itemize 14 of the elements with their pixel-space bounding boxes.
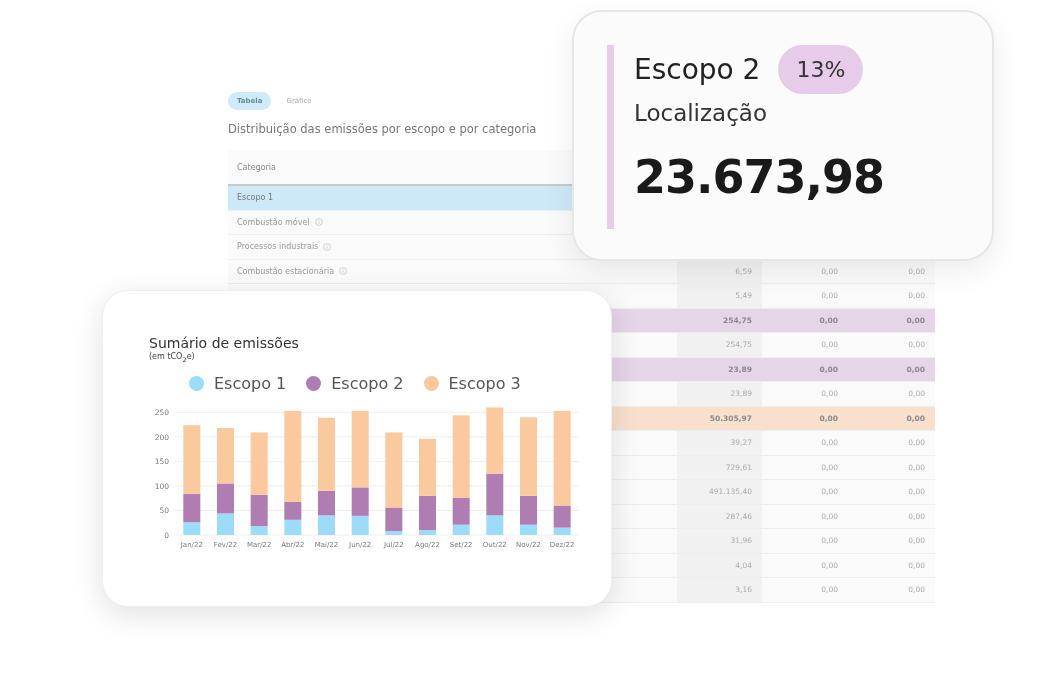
scope-subtitle: Localização — [634, 100, 768, 126]
section-title: Distribuição das emissões por escopo e por categoria — [228, 122, 538, 136]
category-label: Escopo 1 — [237, 193, 274, 203]
category-label: Combustão móvel — [237, 217, 310, 227]
chart-subtitle: (em tCO$_{2}$e) — [149, 352, 196, 364]
scope-title: Escopo 2 — [634, 53, 761, 86]
legend-label: Escopo 3 — [448, 373, 521, 393]
bar-segment — [217, 513, 234, 535]
legend-label: Escopo 1 — [214, 373, 287, 393]
category-label: Processos industrais — [237, 242, 319, 252]
category-label: Combustão estacionária — [237, 266, 335, 276]
percentage-badge: 13% — [778, 45, 864, 94]
legend-label: Escopo 2 — [331, 373, 404, 393]
chart-title: Sumário de emissões — [149, 335, 300, 351]
